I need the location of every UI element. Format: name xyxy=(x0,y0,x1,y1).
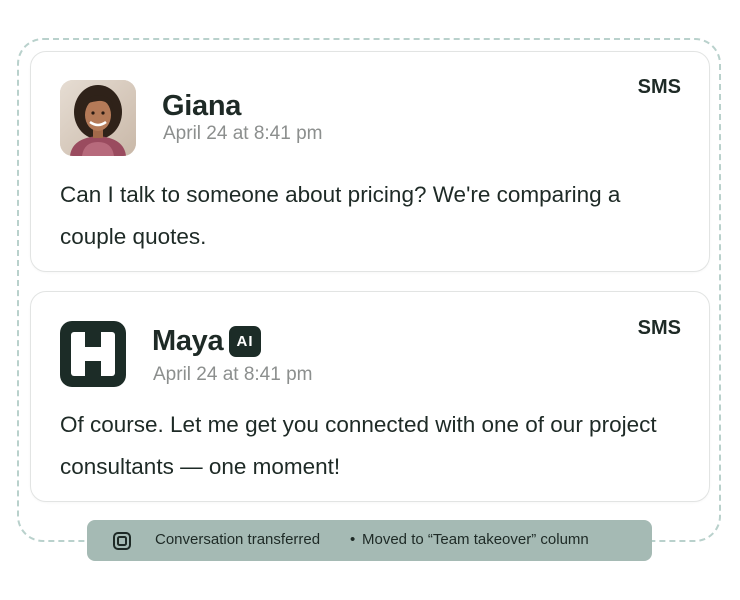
message-timestamp: April 24 at 8:41 pm xyxy=(153,364,313,385)
message-timestamp: April 24 at 8:41 pm xyxy=(163,123,323,144)
h-logo-icon xyxy=(60,321,126,387)
message-card-customer: Giana April 24 at 8:41 pm SMS Can I talk… xyxy=(30,51,710,272)
channel-label: SMS xyxy=(637,76,681,98)
status-separator: • xyxy=(350,531,356,548)
status-detail: Moved to “Team takeover” column xyxy=(362,531,589,548)
channel-label: SMS xyxy=(637,317,681,339)
message-card-agent: Maya AI April 24 at 8:41 pm SMS Of cours… xyxy=(30,291,710,502)
transfer-icon xyxy=(113,532,131,550)
sender-name: Maya xyxy=(152,325,224,357)
avatar xyxy=(60,80,136,156)
sender-name: Giana xyxy=(162,90,242,122)
message-text: Can I talk to someone about pricing? We'… xyxy=(60,182,621,249)
customer-photo-icon xyxy=(60,80,136,156)
transfer-status-banner: Conversation transferred • Moved to “Tea… xyxy=(87,520,652,561)
message-text: Of course. Let me get you connected with… xyxy=(60,412,657,479)
status-text: Conversation transferred xyxy=(155,531,321,548)
ai-badge: AI xyxy=(229,326,261,357)
